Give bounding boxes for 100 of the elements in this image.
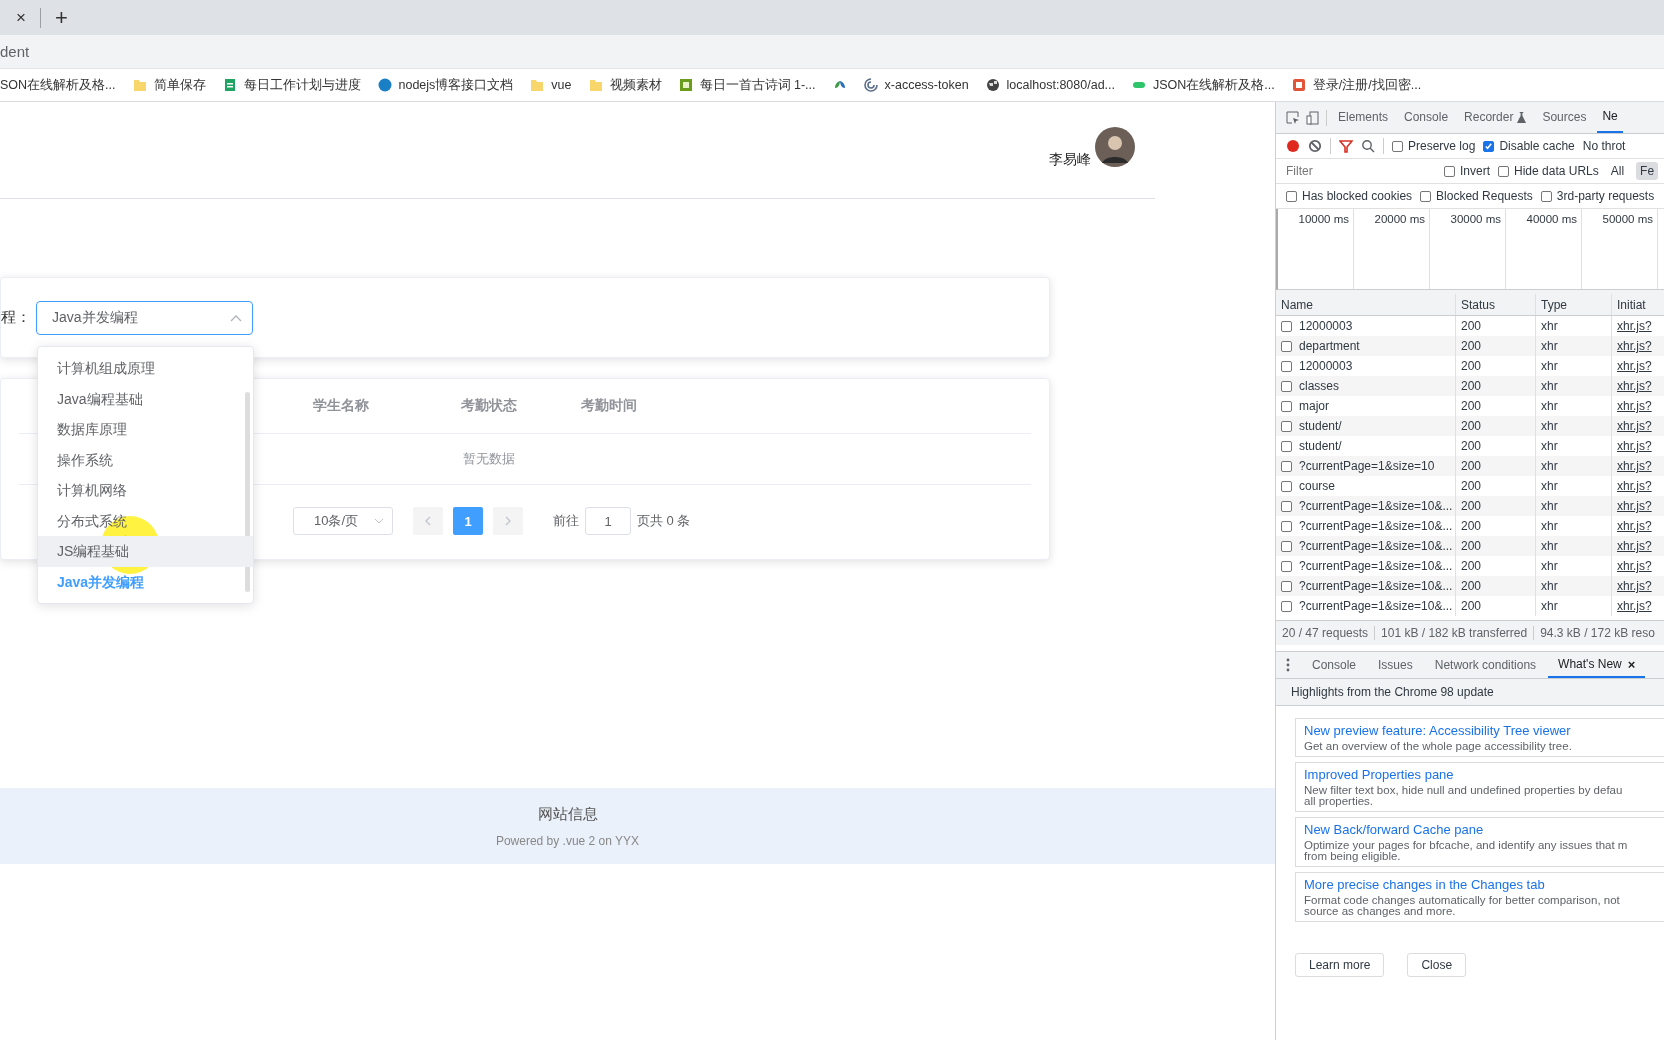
checkbox[interactable] [1281, 400, 1292, 412]
initiator-link[interactable]: xhr.js? [1612, 516, 1662, 536]
request-name[interactable]: course [1299, 479, 1336, 493]
request-name[interactable]: student/ [1299, 419, 1342, 433]
request-name[interactable]: 12000003 [1299, 319, 1353, 333]
initiator-link[interactable]: xhr.js? [1612, 376, 1662, 396]
checkbox[interactable]: Blocked Requests [1420, 189, 1533, 203]
scrollbar[interactable] [245, 392, 250, 592]
bookmark-link[interactable]: 简单保存 [153, 76, 206, 94]
feature-link[interactable]: Improved Properties pane [1304, 767, 1664, 782]
checkbox[interactable] [1281, 600, 1292, 612]
square-icon[interactable] [1291, 78, 1306, 92]
initiator-link[interactable]: xhr.js? [1612, 336, 1662, 356]
dropdown-option[interactable]: JS编程基础 [38, 536, 253, 567]
checkbox[interactable] [1281, 500, 1292, 512]
request-name[interactable]: ?currentPage=1&size=10 [1299, 459, 1435, 473]
bookmark-link[interactable]: localhost:8080/ad... [1006, 78, 1115, 92]
search-icon[interactable] [1361, 139, 1375, 153]
throttling-select[interactable]: No throt [1582, 139, 1626, 153]
initiator-link[interactable]: xhr.js? [1612, 496, 1662, 516]
bookmark-link[interactable]: nodejs博客接口文档 [398, 76, 514, 94]
type-filter-tab[interactable]: All [1606, 162, 1629, 180]
dropdown-option[interactable]: Java编程基础 [38, 383, 253, 414]
bookmark-link[interactable]: 每日工作计划与进度 [243, 76, 361, 94]
inspect-icon[interactable] [1286, 110, 1300, 125]
column-header[interactable]: Status [1456, 294, 1536, 315]
devtools-tab[interactable]: Recorder [1459, 102, 1532, 133]
clear-icon[interactable] [1308, 139, 1322, 153]
bookmark-link[interactable]: JSON在线解析及格... [1153, 76, 1275, 94]
devtools-tab[interactable]: Sources [1537, 102, 1592, 133]
initiator-link[interactable]: xhr.js? [1612, 456, 1662, 476]
new-tab-button[interactable]: + [54, 4, 68, 31]
filter-icon[interactable] [1339, 139, 1353, 153]
request-name[interactable]: ?currentPage=1&size=10&... [1299, 499, 1453, 513]
initiator-link[interactable]: xhr.js? [1612, 596, 1662, 616]
request-name[interactable]: classes [1299, 379, 1339, 393]
checkbox[interactable]: Disable cache [1483, 139, 1575, 153]
initiator-link[interactable]: xhr.js? [1612, 536, 1662, 556]
column-header[interactable]: Initiat [1612, 294, 1662, 315]
checkbox[interactable] [1281, 520, 1292, 532]
dropdown-option[interactable]: 分布式系统 [38, 505, 253, 536]
request-name[interactable]: ?currentPage=1&size=10&... [1299, 579, 1453, 593]
checkbox[interactable]: Hide data URLs [1498, 164, 1599, 178]
request-name[interactable]: ?currentPage=1&size=10&... [1299, 519, 1453, 533]
bookmark-link[interactable]: 视频素材 [609, 76, 662, 94]
request-name[interactable]: ?currentPage=1&size=10&... [1299, 599, 1453, 613]
initiator-link[interactable]: xhr.js? [1612, 556, 1662, 576]
bookmark-link[interactable]: vue [551, 78, 572, 92]
initiator-link[interactable]: xhr.js? [1612, 356, 1662, 376]
checkbox[interactable] [1281, 440, 1292, 452]
avatar-icon[interactable] [1095, 127, 1135, 167]
column-header[interactable]: Type [1536, 294, 1612, 315]
globe-icon[interactable] [985, 78, 1000, 92]
bookmark-link[interactable]: 每日一首古诗词 1-... [699, 76, 816, 94]
checkbox[interactable]: 3rd-party requests [1540, 189, 1655, 203]
address-field[interactable]: dent [0, 43, 30, 60]
checkbox[interactable]: Preserve log [1392, 139, 1476, 153]
page-input[interactable]: 1 [585, 507, 631, 535]
bookmark-link[interactable]: x-access-token [884, 78, 969, 92]
page-size-select[interactable]: 10条/页 [293, 507, 393, 535]
initiator-link[interactable]: xhr.js? [1612, 436, 1662, 456]
swirl-icon[interactable] [863, 78, 878, 92]
checkbox[interactable] [1281, 580, 1292, 592]
close-button[interactable]: × [1627, 656, 1636, 672]
checkbox[interactable]: Invert [1444, 164, 1490, 178]
spreadsheet-icon[interactable] [222, 78, 237, 92]
checkbox[interactable] [1281, 340, 1292, 352]
device-icon[interactable] [1306, 110, 1320, 125]
request-name[interactable]: major [1299, 399, 1329, 413]
record-icon[interactable] [1286, 139, 1300, 153]
checkbox[interactable] [1281, 320, 1292, 332]
initiator-link[interactable]: xhr.js? [1612, 476, 1662, 496]
checkbox[interactable] [1281, 380, 1292, 392]
close-tab-button[interactable]: × [16, 7, 26, 28]
request-name[interactable]: ?currentPage=1&size=10&... [1299, 559, 1453, 573]
type-filter-tab[interactable]: Fe [1636, 162, 1659, 180]
bookmark-link[interactable]: SON在线解析及格... [0, 76, 116, 94]
dropdown-option[interactable]: 数据库原理 [38, 414, 253, 445]
checkbox[interactable] [1281, 560, 1292, 572]
checkbox[interactable] [1281, 480, 1292, 492]
devtools-tab[interactable]: Console [1399, 102, 1454, 133]
request-name[interactable]: student/ [1299, 439, 1342, 453]
drawer-tab[interactable]: Network conditions [1424, 652, 1547, 678]
request-name[interactable]: department [1299, 339, 1360, 353]
course-select[interactable]: Java并发编程 [36, 300, 253, 335]
feature-link[interactable]: New Back/forward Cache pane [1304, 822, 1664, 837]
devtools-tab[interactable]: Elements [1333, 102, 1394, 133]
feature-link[interactable]: New preview feature: Accessibility Tree viewer [1304, 723, 1664, 738]
dialog-button[interactable]: Learn more [1295, 953, 1385, 977]
book-icon[interactable] [678, 78, 693, 92]
column-header[interactable]: Name [1276, 294, 1456, 315]
more-icon[interactable] [1286, 658, 1290, 672]
drawer-tab[interactable]: Console [1302, 652, 1367, 678]
dropdown-option[interactable]: 操作系统 [38, 444, 253, 475]
initiator-link[interactable]: xhr.js? [1612, 316, 1662, 336]
checkbox[interactable] [1281, 420, 1292, 432]
checkbox[interactable] [1281, 460, 1292, 472]
request-name[interactable]: 12000003 [1299, 359, 1353, 373]
checkbox[interactable] [1281, 540, 1292, 552]
checkbox[interactable]: Has blocked cookies [1286, 189, 1413, 203]
